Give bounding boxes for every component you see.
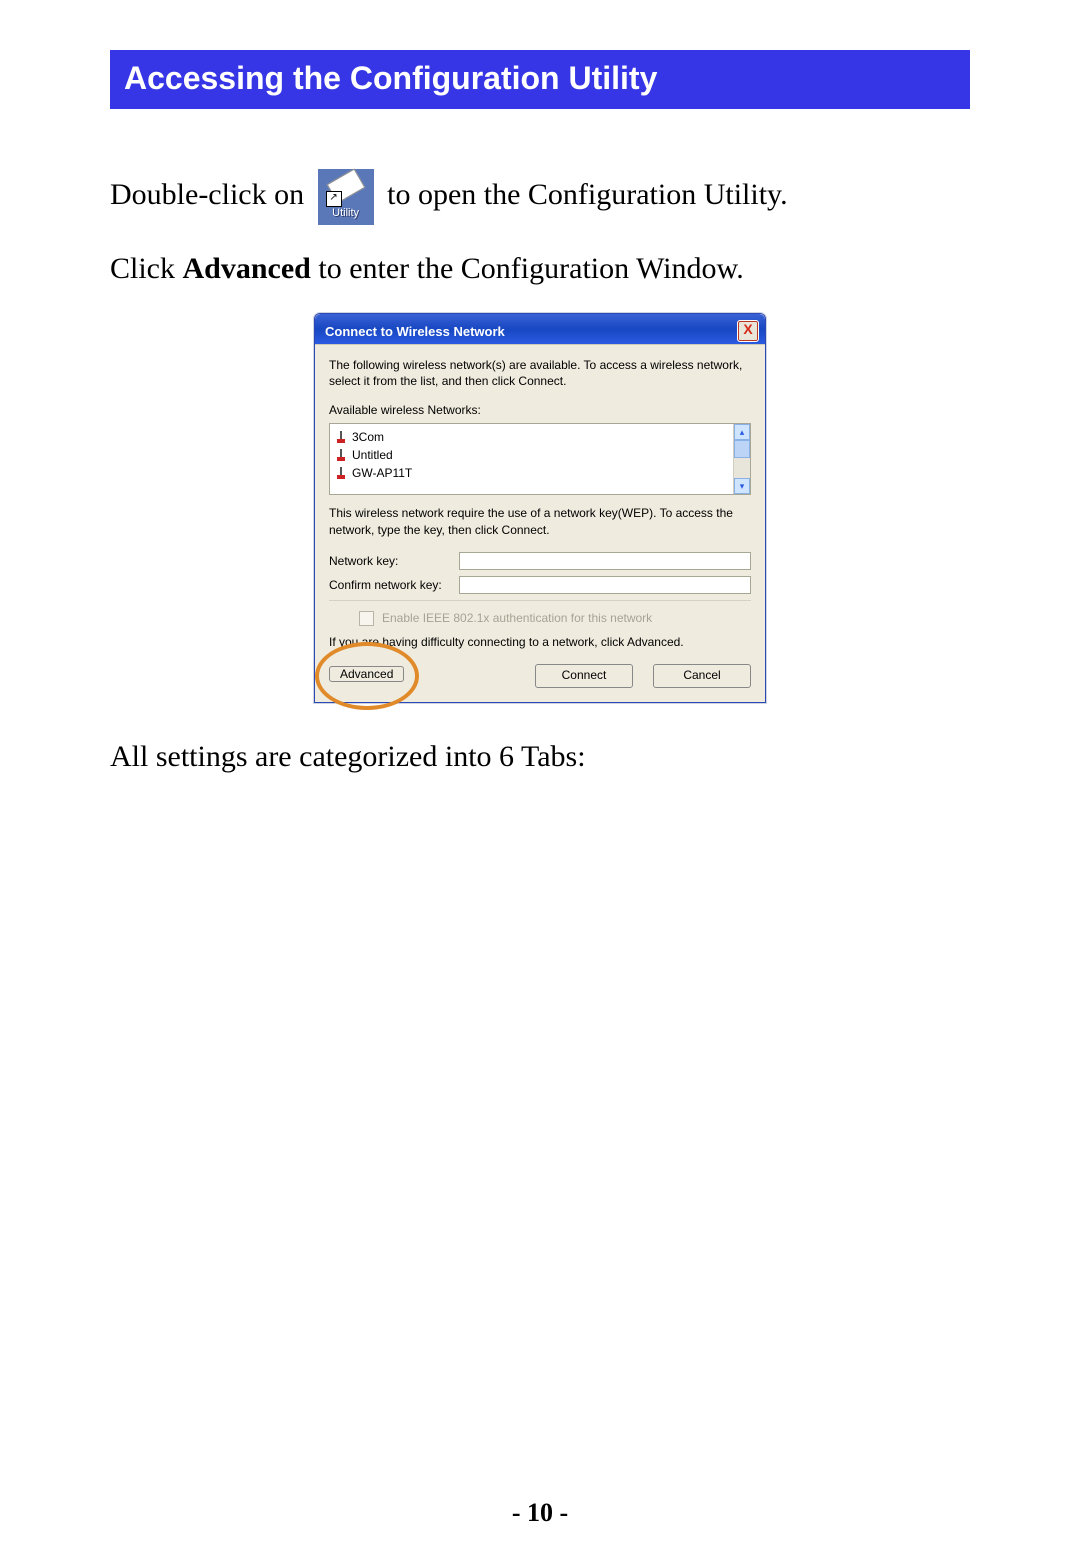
paragraph-click-advanced: Click Advanced to enter the Configuratio…: [110, 245, 970, 293]
scroll-down-icon[interactable]: ▾: [734, 478, 750, 494]
network-name: Untitled: [352, 448, 393, 462]
text: Double-click on: [110, 178, 312, 211]
dialog-title: Connect to Wireless Network: [325, 324, 505, 339]
paragraph-six-tabs: All settings are categorized into 6 Tabs…: [110, 733, 970, 781]
network-key-input[interactable]: [459, 552, 751, 570]
scroll-thumb[interactable]: [734, 440, 750, 458]
ieee-checkbox-row[interactable]: Enable IEEE 802.1x authentication for th…: [359, 611, 751, 626]
advanced-button[interactable]: Advanced: [329, 666, 404, 682]
paragraph-open-utility: Double-click on ↗ Utility to open the Co…: [110, 169, 970, 225]
network-key-label: Network key:: [329, 554, 449, 568]
dialog-titlebar: Connect to Wireless Network X: [315, 314, 765, 344]
network-name: 3Com: [352, 430, 384, 444]
section-header: Accessing the Configuration Utility: [110, 50, 970, 109]
text: to open the Configuration Utility.: [387, 178, 788, 211]
utility-icon-label: Utility: [318, 205, 374, 223]
available-networks-listbox[interactable]: 3Com Untitled GW-AP11T ▴ ▾: [329, 423, 751, 495]
scroll-up-icon[interactable]: ▴: [734, 424, 750, 440]
list-item[interactable]: 3Com: [332, 428, 748, 446]
text-bold-advanced: Advanced: [183, 252, 311, 285]
checkbox-icon[interactable]: [359, 611, 374, 626]
available-networks-label: Available wireless Networks:: [329, 403, 751, 417]
text: to enter the Configuration Window.: [318, 252, 743, 285]
network-icon: [336, 467, 346, 479]
network-icon: [336, 431, 346, 443]
cancel-button[interactable]: Cancel: [653, 664, 751, 688]
connect-button[interactable]: Connect: [535, 664, 633, 688]
list-item[interactable]: GW-AP11T: [332, 464, 748, 482]
dialog-intro-text: The following wireless network(s) are av…: [329, 357, 751, 389]
list-item[interactable]: Untitled: [332, 446, 748, 464]
connect-wireless-dialog: Connect to Wireless Network X The follow…: [314, 313, 766, 703]
network-icon: [336, 449, 346, 461]
close-button[interactable]: X: [737, 320, 759, 342]
divider: [329, 600, 751, 601]
wep-info-text: This wireless network require the use of…: [329, 505, 751, 537]
scrollbar[interactable]: ▴ ▾: [733, 424, 750, 494]
text: Click: [110, 252, 183, 285]
confirm-key-label: Confirm network key:: [329, 578, 449, 592]
ieee-checkbox-label: Enable IEEE 802.1x authentication for th…: [382, 611, 652, 625]
page-number: - 10 -: [0, 1498, 1080, 1528]
network-name: GW-AP11T: [352, 466, 412, 480]
confirm-key-input[interactable]: [459, 576, 751, 594]
utility-desktop-icon: ↗ Utility: [318, 169, 374, 225]
difficulty-text: If you are having difficulty connecting …: [329, 634, 751, 650]
